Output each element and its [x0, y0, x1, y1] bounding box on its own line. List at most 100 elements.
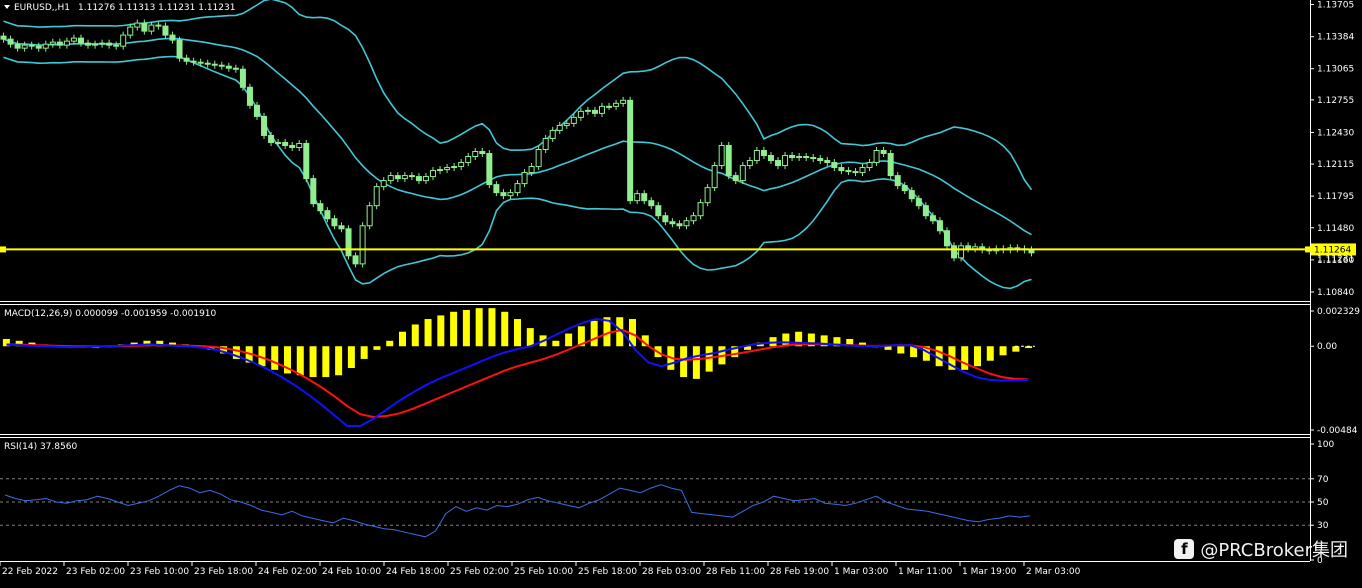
candle-body: [514, 183, 521, 194]
candle-body: [845, 170, 852, 173]
macd-histogram-bar: [462, 309, 470, 347]
candle-body: [7, 38, 14, 45]
candle-body: [880, 150, 887, 155]
price-axis: 1.13705 1.13384 1.13065 1.12755 1.12430 1.121…: [1310, 1, 1360, 566]
candle-body: [345, 228, 352, 257]
candle-body: [56, 41, 63, 46]
macd-histogram-bar: [565, 333, 573, 347]
rsi-tick-label: 30: [1317, 521, 1329, 531]
candle-body: [437, 169, 444, 172]
candle-body: [99, 42, 106, 45]
time-tick-label: 25 Feb 10:00: [514, 567, 573, 577]
candle-body: [817, 158, 824, 162]
price-tick-label: 1.12430: [1317, 128, 1354, 138]
price-tick-label: 1.12115: [1317, 160, 1354, 170]
time-tick-label: 24 Feb 02:00: [258, 567, 317, 577]
candle-body: [598, 105, 605, 114]
candle-body: [275, 141, 282, 144]
time-tick-label: 28 Feb 11:00: [706, 567, 765, 577]
price-panel[interactable]: [0, 0, 1311, 290]
rsi-label: RSI(14) 37.8560: [4, 442, 77, 452]
candle-body: [239, 68, 246, 88]
candle-body: [704, 187, 711, 204]
time-tick-label: 25 Feb 02:00: [450, 567, 509, 577]
macd-histogram-bar: [309, 346, 317, 378]
candle-body: [782, 155, 789, 167]
candle-body: [303, 142, 310, 180]
chart-canvas[interactable]: 1.13705 1.13384 1.13065 1.12755 1.12430 1.121…: [0, 0, 1362, 584]
candle-body: [373, 186, 380, 207]
ohlc-readout: 1.11276 1.11313 1.11231 1.11231: [78, 3, 235, 13]
macd-histogram-bar: [1012, 346, 1020, 352]
candle-body: [317, 203, 324, 212]
candle-body: [739, 165, 746, 182]
price-line-handle-left: [0, 246, 6, 253]
time-tick-label: 22 Feb 2022: [2, 567, 58, 577]
rsi-tick-label: 70: [1317, 475, 1329, 485]
macd-histogram-bar: [986, 346, 994, 361]
candle-body: [542, 137, 549, 150]
time-tick-label: 28 Feb 19:00: [770, 567, 829, 577]
candle-body: [486, 153, 493, 186]
candle-body: [775, 160, 782, 167]
candle-body: [0, 35, 7, 40]
candle-body: [310, 178, 317, 205]
candle-body: [444, 167, 451, 171]
time-tick-label: 25 Feb 18:00: [578, 567, 637, 577]
macd-histogram-bar: [386, 340, 394, 347]
candle-body: [669, 221, 676, 225]
price-tick-label: 1.13065: [1317, 65, 1354, 75]
candle-body: [21, 44, 28, 49]
candle-body: [634, 193, 641, 202]
candle-body: [556, 124, 563, 131]
candle-body: [479, 151, 486, 155]
candle-body: [261, 115, 268, 136]
candle-body: [563, 122, 570, 126]
candle-body: [85, 42, 92, 46]
time-tick-label: 24 Feb 18:00: [386, 567, 445, 577]
macd-histogram-bar: [961, 346, 969, 370]
rsi-panel[interactable]: [0, 478, 1310, 538]
candle-body: [711, 165, 718, 189]
macd-histogram-bar: [322, 346, 330, 378]
candle-body: [387, 175, 394, 182]
candle-body: [430, 170, 437, 178]
candle-body: [253, 104, 260, 117]
time-tick-label: 1 Mar 11:00: [898, 567, 953, 577]
current-bid-label: 1.11231: [1317, 254, 1354, 264]
macd-histogram-bar: [974, 346, 981, 367]
time-tick-label: 23 Feb 18:00: [194, 567, 253, 577]
macd-label: MACD(12,26,9) 0.000099 -0.001959 -0.0019…: [4, 309, 217, 319]
collapse-arrow-icon[interactable]: [4, 5, 10, 9]
candle-body: [873, 150, 880, 164]
candle-body: [289, 144, 296, 148]
candle-body: [958, 245, 965, 259]
macd-histogram-bar: [360, 346, 368, 359]
macd-histogram-bar: [999, 346, 1007, 356]
candle-body: [394, 175, 401, 180]
macd-panel[interactable]: [2, 308, 1035, 427]
candle-body: [648, 200, 655, 207]
candle-body: [162, 25, 169, 36]
candle-body: [901, 185, 908, 192]
time-tick-label: 23 Feb 10:00: [130, 567, 189, 577]
candle-body: [211, 63, 218, 66]
candle-body: [493, 184, 500, 194]
candle-body: [331, 218, 338, 227]
candle-body: [732, 175, 739, 182]
candle-body: [42, 43, 49, 49]
candle-body: [951, 245, 958, 259]
candle-body: [338, 225, 345, 230]
macd-tick-label: -0.00484: [1317, 426, 1358, 436]
time-tick-label: 1 Mar 19:00: [962, 567, 1017, 577]
candle-body: [401, 175, 408, 180]
macd-histogram-bar: [335, 346, 343, 376]
candle-body: [655, 205, 662, 217]
candle-body: [767, 155, 774, 162]
candle-body: [796, 156, 803, 159]
candle-body: [753, 150, 760, 162]
candle-body: [63, 40, 70, 46]
watermark-text: @PRCBroker集团: [1200, 540, 1348, 561]
candle-body: [718, 144, 725, 167]
macd-histogram-bar: [399, 331, 406, 347]
